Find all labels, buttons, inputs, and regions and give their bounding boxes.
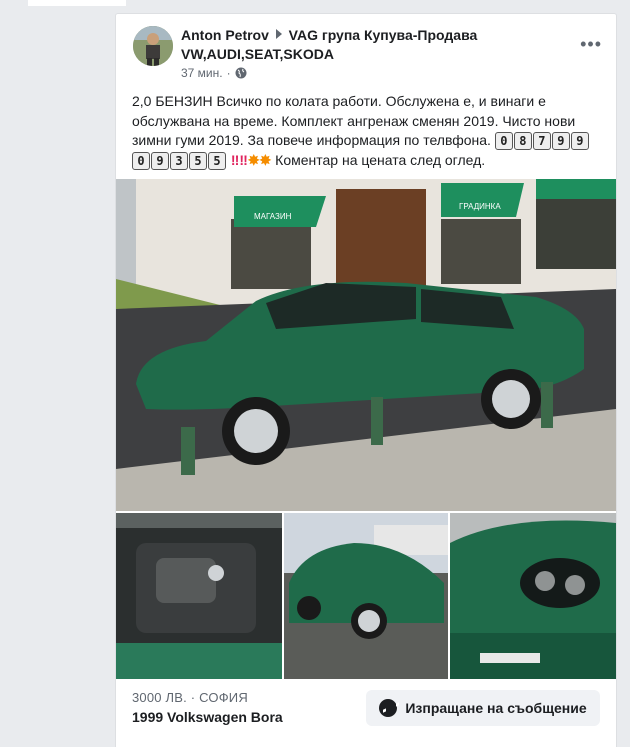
post-text: 2,0 БЕНЗИН Всичко по колата работи. Обсл… xyxy=(132,92,606,170)
phone-digit: 5 xyxy=(208,151,226,170)
post-text-tail: Коментар на цената след оглед. xyxy=(275,151,486,168)
sign-left: МАГАЗИН xyxy=(254,212,292,221)
send-message-label: Изпращане на съобщение xyxy=(405,700,587,716)
arrow-right-icon xyxy=(275,29,282,39)
phone-digit: 5 xyxy=(189,151,207,170)
phone-digit: 0 xyxy=(494,132,513,150)
author-name[interactable]: Anton Petrov xyxy=(181,27,269,43)
phone-digit: 9 xyxy=(551,132,570,150)
collision-icon: ✸✸ xyxy=(247,151,272,168)
side-photo[interactable] xyxy=(284,513,448,679)
photo-thumbnails xyxy=(116,513,616,679)
phone-digit: 9 xyxy=(570,132,589,150)
phone-digit: 3 xyxy=(170,151,188,170)
messenger-icon xyxy=(379,699,398,717)
phone-digit: 8 xyxy=(513,132,532,150)
phone-digit: 9 xyxy=(151,151,169,170)
post-header: Anton Petrov VAG група Купува-Продава VW… xyxy=(181,26,541,64)
sign-right: ГРАДИНКА xyxy=(459,202,501,211)
phone-digit: 0 xyxy=(132,151,150,170)
listing-price-location: 3000 ЛВ. · СОФИЯ xyxy=(132,690,248,705)
globe-icon xyxy=(235,67,247,79)
post-card: Anton Petrov VAG група Купува-Продава VW… xyxy=(115,13,617,747)
listing-location: СОФИЯ xyxy=(199,690,248,705)
post-time[interactable]: 37 мин. xyxy=(181,66,223,80)
top-strip xyxy=(28,0,126,6)
main-photo[interactable]: МАГАЗИН ГРАДИНКА xyxy=(116,179,616,511)
listing-title[interactable]: 1999 Volkswagen Bora xyxy=(132,709,283,725)
more-options-icon[interactable]: ••• xyxy=(580,34,602,55)
avatar[interactable] xyxy=(133,26,173,66)
listing-price: 3000 ЛВ. xyxy=(132,690,187,705)
headlight-photo[interactable] xyxy=(450,513,616,679)
engine-photo[interactable] xyxy=(116,513,282,679)
post-meta: 37 мин. · xyxy=(181,66,247,80)
phone-digit: 7 xyxy=(532,132,551,150)
send-message-button[interactable]: Изпращане на съобщение xyxy=(366,690,600,726)
exclamation-icon: ‼‼ xyxy=(230,151,248,168)
